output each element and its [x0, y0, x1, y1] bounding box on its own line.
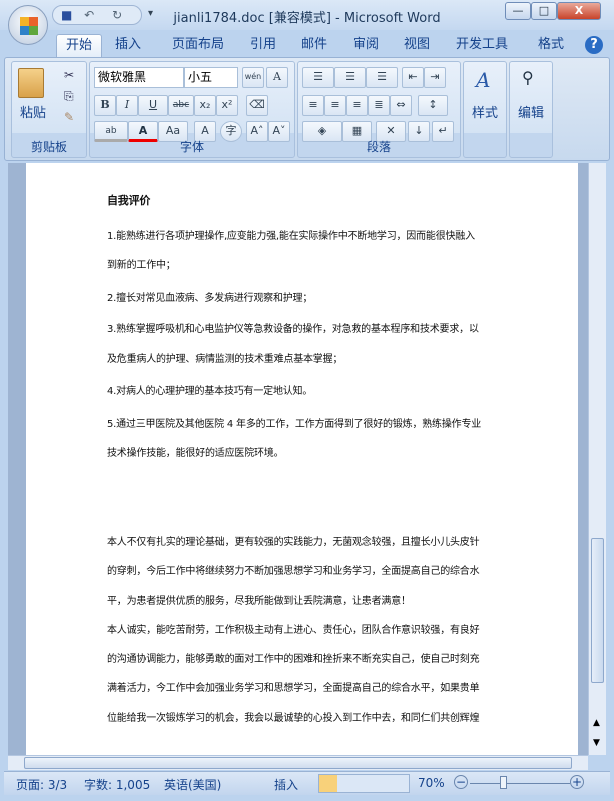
zoom-slider[interactable]: [470, 783, 570, 784]
line-spacing-icon[interactable]: ↕: [418, 95, 448, 116]
align-center-icon[interactable]: ≡: [324, 95, 346, 116]
tab-developer[interactable]: 开发工具: [450, 34, 514, 57]
tab-format[interactable]: 格式: [530, 34, 572, 57]
quick-access-toolbar: ■ ↶ ↻: [52, 5, 142, 25]
justify-icon[interactable]: ≣: [368, 95, 390, 116]
tab-references[interactable]: 引用: [243, 34, 283, 57]
zoom-out-button[interactable]: −: [454, 775, 468, 789]
ribbon-tabs: 开始 插入 页面布局 引用 邮件 审阅 视图 开发工具 格式 ?: [0, 30, 614, 57]
horizontal-scrollbar[interactable]: [8, 755, 588, 770]
status-bar: 页面: 3/3 字数: 1,005 英语(美国) 插入 70% − +: [4, 771, 610, 795]
document-line: 平，为患者提供优质的服务，尽我所能做到让丢院满意，让患者满意！: [107, 596, 411, 607]
bold-button[interactable]: B: [94, 95, 116, 116]
clear-formatting-icon[interactable]: ⌫: [246, 95, 268, 116]
horizontal-scroll-thumb[interactable]: [24, 757, 572, 769]
align-left-icon[interactable]: ≡: [302, 95, 324, 116]
section-heading: 自我评价: [107, 194, 151, 207]
increase-indent-icon[interactable]: ⇥: [424, 67, 446, 88]
document-line: 位能给我一次锻炼学习的机会，我会以最诚挚的心投入到工作中去，和同仁们共创辉煌: [107, 713, 480, 724]
styles-button[interactable]: 样式: [472, 102, 498, 121]
bullets-icon[interactable]: ☰: [302, 67, 334, 88]
styles-icon: A: [476, 68, 491, 92]
customize-qat-icon[interactable]: ▾: [148, 8, 153, 19]
find-binoculars-icon: ⚲: [522, 68, 534, 87]
cut-icon[interactable]: ✂: [64, 68, 74, 82]
tab-home[interactable]: 开始: [56, 34, 102, 57]
insert-mode[interactable]: 插入: [274, 776, 298, 793]
redo-icon[interactable]: ↻: [112, 8, 122, 22]
ribbon: 粘贴 ✂ ⎘ ✎ 剪贴板 微软雅黑 小五 wén A B I U abc x₂ …: [4, 57, 610, 161]
office-button[interactable]: [8, 5, 48, 45]
tab-review[interactable]: 审阅: [345, 34, 387, 57]
document-line: 4.对病人的心理护理的基本技巧有一定地认知。: [107, 386, 313, 397]
document-line: 及危重病人的护理、病情监测的技术重难点基本掌握；: [107, 354, 343, 365]
tab-insert[interactable]: 插入: [108, 34, 148, 57]
styles-group[interactable]: A 样式: [463, 61, 507, 158]
document-line: 的沟通协调能力，能够勇敢的面对工作中的困难和挫折来不断充实自己，使自己时刻充: [107, 654, 480, 665]
print-layout-view-icon[interactable]: [319, 775, 337, 792]
multilevel-list-icon[interactable]: ☰: [366, 67, 398, 88]
document-line: 的穿刺，今后工作中将继续努力不断加强思想学习和业务学习，全面提高自己的综合水: [107, 566, 480, 577]
help-button[interactable]: ?: [585, 36, 603, 54]
document-line: 5.通过三甲医院及其他医院 4 年多的工作，工作方面得到了很好的锻炼，熟练操作专…: [107, 419, 482, 430]
zoom-slider-thumb[interactable]: [500, 776, 508, 789]
undo-icon[interactable]: ↶: [84, 8, 94, 22]
clipboard-group-label: 剪贴板: [30, 140, 67, 154]
document-line: 3.熟练掌握呼吸机和心电监护仪等急救设备的操作，对急救的基本程序和技术要求，以: [107, 324, 479, 335]
superscript-button[interactable]: x²: [216, 95, 238, 116]
paragraph-group: ☰ ☰ ☰ ⇤ ⇥ ≡ ≡ ≡ ≣ ⇔ ↕ ◈ ▦ ✕ ↓ ↵ 段落: [297, 61, 461, 158]
close-button[interactable]: X: [557, 2, 601, 20]
font-size-combo[interactable]: 小五: [184, 67, 238, 88]
character-border-button[interactable]: A: [266, 67, 288, 88]
tab-page-layout[interactable]: 页面布局: [163, 34, 233, 57]
copy-icon[interactable]: ⎘: [64, 89, 74, 104]
italic-button[interactable]: I: [116, 95, 138, 116]
next-page-icon[interactable]: ▼: [593, 738, 600, 748]
word-count[interactable]: 字数: 1,005: [84, 776, 150, 793]
document-line: 到新的工作中；: [107, 260, 176, 271]
document-page[interactable]: 自我评价 1.能熟练进行各项护理操作,应变能力强,能在实际操作中不断地学习，因而…: [26, 163, 578, 755]
zoom-in-button[interactable]: +: [570, 775, 584, 789]
office-logo-icon: [20, 17, 38, 35]
phonetic-guide-button[interactable]: wén: [242, 67, 264, 88]
strikethrough-button[interactable]: abc: [168, 95, 194, 116]
tab-view[interactable]: 视图: [396, 34, 438, 57]
editing-button[interactable]: 编辑: [518, 102, 544, 121]
document-line: 技术操作技能，能很好的适应医院环境。: [107, 448, 284, 459]
previous-page-icon[interactable]: ▲: [593, 718, 600, 728]
underline-button[interactable]: U: [138, 95, 168, 116]
decrease-indent-icon[interactable]: ⇤: [402, 67, 424, 88]
view-buttons: [318, 774, 410, 793]
language[interactable]: 英语(美国): [164, 776, 221, 793]
maximize-button[interactable]: □: [531, 2, 557, 20]
paste-icon[interactable]: [18, 68, 44, 98]
font-group: 微软雅黑 小五 wén A B I U abc x₂ x² ⌫ ab A Aa …: [89, 61, 295, 158]
paste-button[interactable]: 粘贴: [20, 102, 46, 121]
clipboard-group: 粘贴 ✂ ⎘ ✎ 剪贴板: [11, 61, 87, 158]
paragraph-group-label: 段落: [366, 140, 391, 154]
format-painter-icon[interactable]: ✎: [64, 110, 74, 124]
document-line: 2.擅长对常见血液病、多发病进行观察和护理；: [107, 293, 313, 304]
numbering-icon[interactable]: ☰: [334, 67, 366, 88]
save-icon[interactable]: ■: [61, 8, 72, 22]
align-right-icon[interactable]: ≡: [346, 95, 368, 116]
zoom-level[interactable]: 70%: [418, 776, 445, 790]
editing-group[interactable]: ⚲ 编辑: [509, 61, 553, 158]
subscript-button[interactable]: x₂: [194, 95, 216, 116]
document-area: 自我评价 1.能熟练进行各项护理操作,应变能力强,能在实际操作中不断地学习，因而…: [8, 163, 588, 755]
document-line: 本人诚实，能吃苦耐劳，工作积极主动有上进心、责任心，团队合作意识较强，有良好: [107, 625, 480, 636]
document-line: 1.能熟练进行各项护理操作,应变能力强,能在实际操作中不断地学习，因而能很快融入: [107, 231, 475, 242]
vertical-scroll-thumb[interactable]: [591, 538, 604, 683]
minimize-button[interactable]: —: [505, 2, 531, 20]
document-line: 本人不仅有扎实的理论基础，更有较强的实践能力，无菌观念较强，且擅长小儿头皮针: [107, 537, 480, 548]
font-name-combo[interactable]: 微软雅黑: [94, 67, 184, 88]
vertical-scrollbar[interactable]: ▲ ▼: [588, 163, 606, 755]
document-line: 满着活力，今工作中会加强业务学习和思想学习，全面提高自己的综合水平，如果贵单: [107, 683, 480, 694]
distributed-icon[interactable]: ⇔: [390, 95, 412, 116]
font-group-label: 字体: [179, 140, 204, 154]
tab-mailings[interactable]: 邮件: [293, 34, 335, 57]
page-count[interactable]: 页面: 3/3: [16, 776, 67, 793]
